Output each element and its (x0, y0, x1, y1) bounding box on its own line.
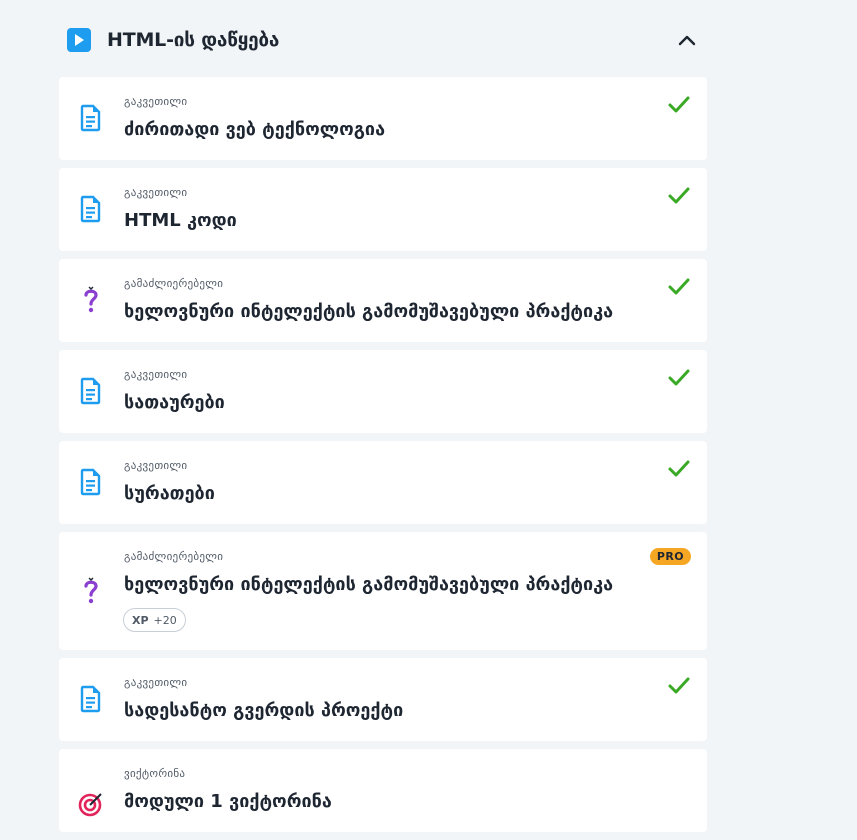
document-icon (78, 103, 104, 133)
check-icon (668, 369, 690, 386)
check-icon (668, 460, 690, 477)
lesson-type: გამაძლიერებელი (124, 550, 224, 563)
question-icon (78, 285, 104, 315)
section-header[interactable]: HTML-ის დაწყება (59, 18, 707, 62)
xp-pill: XP +20 (123, 608, 186, 632)
check-icon (668, 278, 690, 295)
lesson-type: გაკვეთილი (124, 95, 188, 108)
lesson-title: HTML კოდი (124, 210, 237, 231)
document-icon (78, 194, 104, 224)
lesson-type: გაკვეთილი (124, 368, 188, 381)
document-icon (78, 376, 104, 406)
check-icon (668, 96, 690, 113)
lesson-type: გაკვეთილი (124, 186, 188, 199)
check-icon (668, 187, 690, 204)
lesson-title: მოდული 1 ვიქტორინა (124, 791, 332, 812)
lesson-card[interactable]: გაკვეთილი სადესანტო გვერდის პროექტი (59, 658, 707, 741)
lesson-card[interactable]: გაკვეთილი სურათები (59, 441, 707, 524)
lesson-title: სათაურები (124, 392, 225, 413)
target-icon (78, 789, 104, 819)
lesson-title: სურათები (124, 483, 215, 504)
booster-card[interactable]: გამაძლიერებელი ხელოვნური ინტელექტის გამო… (59, 259, 707, 342)
play-icon (67, 28, 91, 52)
document-icon (78, 467, 104, 497)
lesson-list: გაკვეთილი ძირითადი ვებ ტექნოლოგია გაკვეთ… (59, 77, 707, 840)
lesson-title: ძირითადი ვებ ტექნოლოგია (124, 119, 386, 140)
lesson-title: სადესანტო გვერდის პროექტი (124, 700, 404, 721)
section-title: HTML-ის დაწყება (107, 29, 280, 51)
pro-badge: PRO (649, 548, 691, 565)
chevron-up-icon[interactable] (675, 28, 699, 52)
quiz-card[interactable]: ვიქტორინა მოდული 1 ვიქტორინა (59, 749, 707, 832)
lesson-card[interactable]: გაკვეთილი HTML კოდი (59, 168, 707, 251)
lesson-title: ხელოვნური ინტელექტის გამომუშავებული პრაქ… (124, 301, 614, 322)
xp-value: +20 (153, 613, 177, 627)
question-icon (78, 576, 104, 606)
lesson-title: ხელოვნური ინტელექტის გამომუშავებული პრაქ… (124, 574, 614, 595)
lesson-type: გაკვეთილი (124, 676, 188, 689)
booster-card[interactable]: გამაძლიერებელი ხელოვნური ინტელექტის გამო… (59, 532, 707, 650)
lesson-type: გამაძლიერებელი (124, 277, 224, 290)
lesson-card[interactable]: გაკვეთილი ძირითადი ვებ ტექნოლოგია (59, 77, 707, 160)
lesson-type: ვიქტორინა (124, 767, 186, 780)
check-icon (668, 677, 690, 694)
document-icon (78, 684, 104, 714)
lesson-type: გაკვეთილი (124, 459, 188, 472)
xp-label: XP (132, 613, 149, 627)
lesson-card[interactable]: გაკვეთილი სათაურები (59, 350, 707, 433)
